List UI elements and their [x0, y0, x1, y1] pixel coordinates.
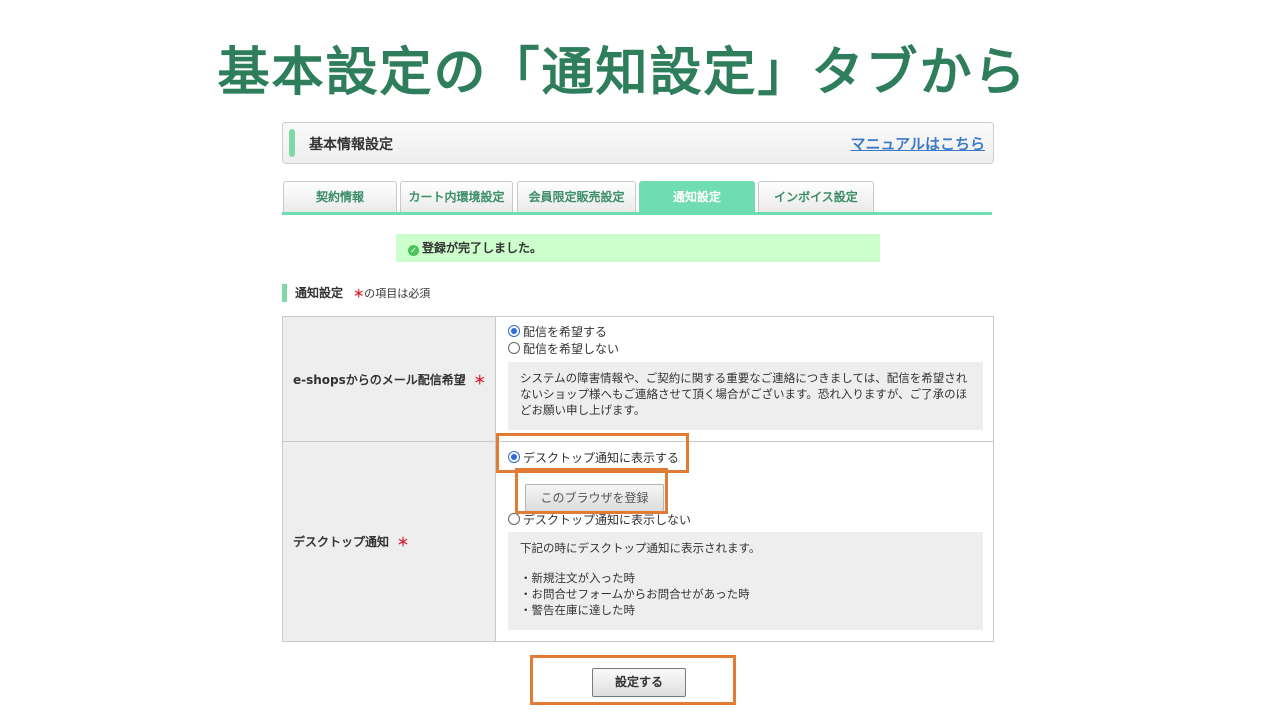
- header-accent-bar: [289, 129, 295, 157]
- mail-delivery-label: e-shopsからのメール配信希望 ＊: [283, 317, 496, 441]
- success-text: 登録が完了しました。: [422, 241, 543, 255]
- radio-mail-wanted-label: 配信を希望する: [523, 325, 608, 339]
- radio-button[interactable]: [508, 342, 520, 354]
- radio-desktop-hide-label: デスクトップ通知に表示しない: [523, 513, 692, 527]
- required-note: ＊の項目は必須: [353, 287, 430, 300]
- desktop-notification-label: デスクトップ通知 ＊: [283, 442, 496, 641]
- check-circle-icon: ✓: [408, 245, 419, 256]
- radio-desktop-show[interactable]: デスクトップ通知に表示する: [508, 449, 679, 466]
- required-note-text: の項目は必須: [364, 287, 431, 300]
- tab-bar: 契約情報 カート内環境設定 会員限定販売設定 通知設定 インボイス設定: [282, 181, 992, 216]
- desktop-notification-row: デスクトップ通知 ＊ デスクトップ通知に表示する このブラウザを登録 デスクトッ…: [283, 442, 993, 641]
- section-heading: 通知設定 ＊の項目は必須: [282, 284, 430, 302]
- register-browser-button[interactable]: このブラウザを登録: [525, 484, 664, 512]
- radio-mail-not-wanted-label: 配信を希望しない: [523, 342, 620, 356]
- desktop-notification-note: 下記の時にデスクトップ通知に表示されます。 ・新規注文が入った時 ・お問合せフォ…: [508, 532, 983, 630]
- manual-link[interactable]: マニュアルはこちら: [850, 133, 985, 154]
- success-message: ✓ 登録が完了しました。: [396, 234, 880, 262]
- tab-underline: [282, 212, 992, 215]
- mail-delivery-note: システムの障害情報や、ご契約に関する重要なご連絡につきましては、配信を希望されな…: [508, 362, 983, 430]
- desktop-note-intro: 下記の時にデスクトップ通知に表示されます。: [520, 541, 761, 555]
- section-title: 通知設定: [295, 286, 344, 300]
- desktop-note-item: ・警告在庫に達した時: [520, 603, 635, 617]
- mail-delivery-row: e-shopsからのメール配信希望 ＊ 配信を希望する 配信を希望しない システ…: [283, 317, 993, 442]
- tab-invoice-settings[interactable]: インボイス設定: [758, 181, 874, 213]
- slide-title: 基本設定の「通知設定」タブから: [217, 43, 1028, 103]
- tab-member-limited-sales[interactable]: 会員限定販売設定: [517, 181, 636, 213]
- radio-desktop-show-label: デスクトップ通知に表示する: [523, 451, 680, 465]
- mail-delivery-label-text: e-shopsからのメール配信希望: [293, 372, 466, 387]
- mail-delivery-note-text: システムの障害情報や、ご契約に関する重要なご連絡につきましては、配信を希望されな…: [520, 371, 968, 417]
- radio-mail-not-wanted[interactable]: 配信を希望しない: [508, 340, 619, 357]
- required-mark: ＊: [353, 287, 365, 300]
- radio-button-checked[interactable]: [508, 451, 520, 463]
- radio-mail-wanted[interactable]: 配信を希望する: [508, 323, 607, 340]
- radio-button-checked[interactable]: [508, 325, 520, 337]
- desktop-note-item: ・新規注文が入った時: [520, 571, 635, 585]
- tab-cart-environment[interactable]: カート内環境設定: [400, 181, 513, 213]
- page-title: 基本情報設定: [309, 137, 393, 153]
- settings-table: e-shopsからのメール配信希望 ＊ 配信を希望する 配信を希望しない システ…: [282, 316, 994, 642]
- radio-desktop-hide[interactable]: デスクトップ通知に表示しない: [508, 511, 691, 528]
- page-header: 基本情報設定 マニュアルはこちら: [282, 122, 994, 164]
- radio-button[interactable]: [508, 513, 520, 525]
- tab-contract-info[interactable]: 契約情報: [283, 181, 397, 213]
- tab-notification-settings[interactable]: 通知設定: [639, 181, 755, 213]
- required-mark: ＊: [473, 372, 486, 387]
- desktop-notification-label-text: デスクトップ通知: [293, 535, 390, 549]
- submit-button[interactable]: 設定する: [592, 668, 686, 697]
- desktop-note-item: ・お問合せフォームからお問合せがあった時: [520, 587, 750, 601]
- required-mark: ＊: [397, 535, 410, 549]
